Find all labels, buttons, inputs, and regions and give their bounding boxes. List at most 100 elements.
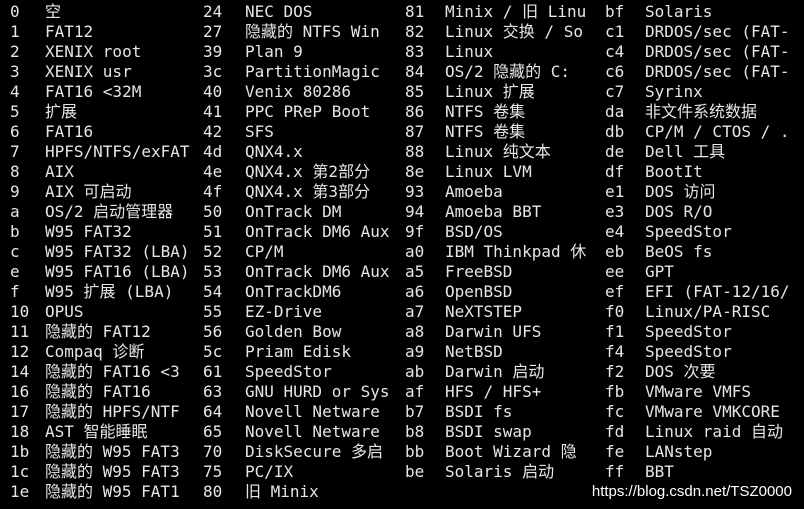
- partition-type-code: 81: [405, 2, 425, 21]
- partition-type-code: 80: [203, 482, 223, 501]
- partition-type-name: NTFS 卷集: [445, 102, 526, 121]
- partition-type-code: 9: [10, 182, 20, 201]
- partition-type-code: 12: [10, 342, 30, 361]
- partition-type-code: fd: [605, 422, 625, 441]
- partition-type-name: OnTrackDM6: [245, 282, 342, 301]
- partition-type-name: BootIt: [645, 162, 703, 181]
- partition-type-code: 16: [10, 382, 30, 401]
- partition-type-code: eb: [605, 242, 625, 261]
- partition-type-name: OS/2 启动管理器: [45, 202, 174, 221]
- partition-type-code: 10: [10, 302, 30, 321]
- partition-type-code: bb: [405, 442, 425, 461]
- partition-type-name: DRDOS/sec (FAT-: [645, 42, 790, 61]
- partition-type-code: f0: [605, 302, 625, 321]
- partition-type-code: c1: [605, 22, 625, 41]
- partition-type-code: 4f: [203, 182, 223, 201]
- partition-type-name: W95 FAT16 (LBA): [45, 262, 190, 281]
- partition-type-name: W95 FAT32: [45, 222, 132, 241]
- partition-type-name: Linux 纯文本: [445, 142, 551, 161]
- partition-type-code: f: [10, 282, 20, 301]
- partition-type-name: Boot Wizard 隐: [445, 442, 577, 461]
- partition-type-code: a5: [405, 262, 425, 281]
- partition-type-name: Linux: [445, 42, 494, 61]
- partition-type-name: VMware VMKCORE: [645, 402, 780, 421]
- partition-type-code: ab: [405, 362, 425, 381]
- partition-type-name: 隐藏的 HPFS/NTF: [45, 402, 180, 421]
- partition-type-code: c6: [605, 62, 625, 81]
- partition-type-name: Novell Netware: [245, 422, 380, 441]
- partition-type-name: Amoeba: [445, 182, 503, 201]
- terminal-window: 0 空 1 FAT12 2 XENIX root 3 XENIX usr 4 FAT16 <32M…: [0, 0, 804, 509]
- partition-type-code: 8e: [405, 162, 425, 181]
- partition-type-name: BSD/OS: [445, 222, 503, 241]
- partition-type-name: QNX4.x: [245, 142, 303, 161]
- partition-type-name: 隐藏的 FAT16 <3: [45, 362, 180, 381]
- partition-type-code: 6: [10, 122, 20, 141]
- partition-type-code: 27: [203, 22, 223, 41]
- partition-type-code: 17: [10, 402, 30, 421]
- partition-type-name: CP/M / CTOS / .: [645, 122, 790, 141]
- partition-type-code: da: [605, 102, 625, 121]
- partition-type-name: Dell 工具: [645, 142, 726, 161]
- partition-type-name: OPUS: [45, 302, 84, 321]
- partition-type-code: 7: [10, 142, 20, 161]
- partition-type-code: fe: [605, 442, 625, 461]
- partition-type-code: 70: [203, 442, 223, 461]
- partition-type-code: 83: [405, 42, 425, 61]
- partition-type-name: PC/IX: [245, 462, 294, 481]
- partition-type-code: e: [10, 262, 20, 281]
- partition-type-name: GPT: [645, 262, 674, 281]
- partition-type-name: FAT16: [45, 122, 94, 141]
- partition-type-code: a9: [405, 342, 425, 361]
- partition-type-name: W95 扩展 (LBA): [45, 282, 174, 301]
- partition-type-name: DRDOS/sec (FAT-: [645, 22, 790, 41]
- partition-type-code: db: [605, 122, 625, 141]
- partition-type-code: 82: [405, 22, 425, 41]
- partition-type-code: ef: [605, 282, 625, 301]
- partition-type-name: DOS 次要: [645, 362, 716, 381]
- partition-type-name: Linux/PA-RISC: [645, 302, 771, 321]
- partition-type-code: bf: [605, 2, 625, 21]
- partition-type-name: 扩展: [45, 102, 78, 121]
- partition-type-name: OnTrack DM6 Aux: [245, 222, 390, 241]
- partition-type-name: SpeedStor: [645, 222, 732, 241]
- partition-type-code: ee: [605, 262, 625, 281]
- partition-type-name: Linux raid 自动: [645, 422, 783, 441]
- partition-type-code: 41: [203, 102, 223, 121]
- partition-type-name: Solaris: [645, 2, 713, 21]
- partition-type-code: 8: [10, 162, 20, 181]
- partition-type-code: 5: [10, 102, 20, 121]
- partition-type-name: VMware VMFS: [645, 382, 751, 401]
- partition-type-code: 24: [203, 2, 223, 21]
- partition-type-name: OnTrack DM6 Aux: [245, 262, 390, 281]
- partition-type-code: 54: [203, 282, 223, 301]
- partition-type-code: 56: [203, 322, 223, 341]
- partition-type-code: 94: [405, 202, 425, 221]
- partition-type-code: 93: [405, 182, 425, 201]
- partition-type-name: XENIX usr: [45, 62, 132, 81]
- partition-type-code: 2: [10, 42, 20, 61]
- partition-type-name: EZ-Drive: [245, 302, 323, 321]
- partition-type-name: GNU HURD or Sys: [245, 382, 390, 401]
- partition-type-name: FAT12: [45, 22, 94, 41]
- partition-type-code: 87: [405, 122, 425, 141]
- partition-type-name: OnTrack DM: [245, 202, 342, 221]
- partition-type-code: c7: [605, 82, 625, 101]
- partition-type-name: 隐藏的 FAT16: [45, 382, 151, 401]
- partition-type-code: 4: [10, 82, 20, 101]
- partition-type-code: 14: [10, 362, 30, 381]
- partition-type-name: Venix 80286: [245, 82, 351, 101]
- partition-type-code: a: [10, 202, 20, 221]
- partition-type-code: 50: [203, 202, 223, 221]
- partition-type-name: 隐藏的 NTFS Win: [245, 22, 380, 41]
- partition-type-name: 隐藏的 W95 FAT3: [45, 462, 180, 481]
- partition-type-name: NEC DOS: [245, 2, 313, 21]
- partition-type-code: f4: [605, 342, 625, 361]
- partition-type-code: 9f: [405, 222, 425, 241]
- partition-type-name: BBT: [645, 462, 674, 481]
- partition-type-code: e3: [605, 202, 625, 221]
- partition-type-code: 52: [203, 242, 223, 261]
- partition-type-code: a8: [405, 322, 425, 341]
- partition-type-name: DOS R/O: [645, 202, 713, 221]
- partition-type-code: 1: [10, 22, 20, 41]
